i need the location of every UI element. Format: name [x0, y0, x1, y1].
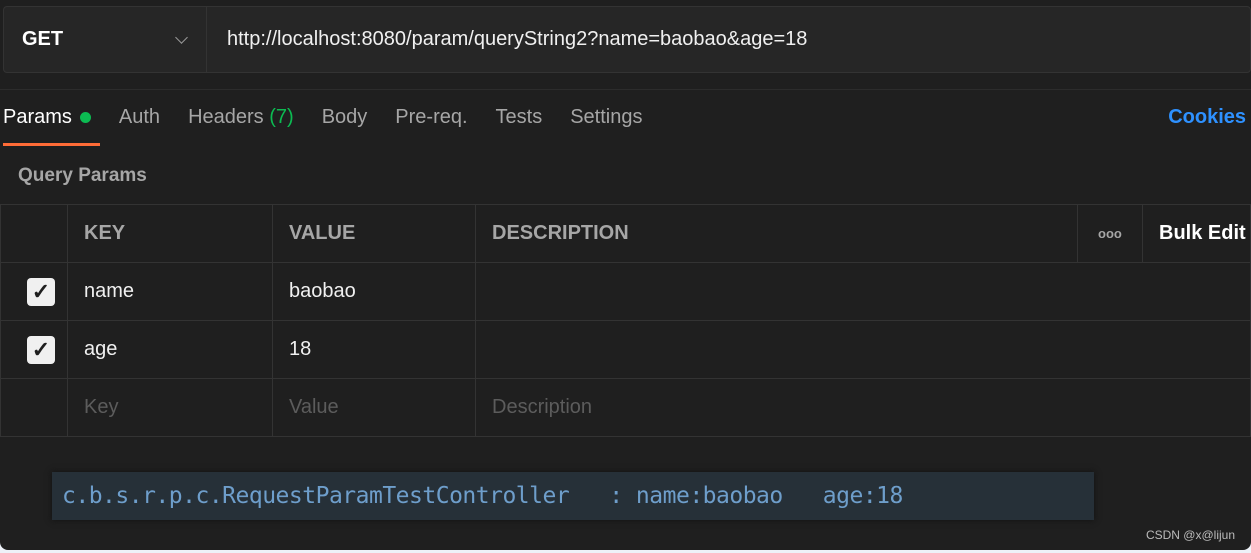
tab-headers[interactable]: Headers (7) [188, 106, 294, 129]
description-input[interactable]: Description [475, 378, 1251, 437]
param-description[interactable] [475, 320, 1251, 379]
param-key[interactable]: age [67, 320, 273, 379]
value-input[interactable]: Value [272, 378, 476, 437]
active-dot-icon [79, 112, 91, 123]
row-check [0, 378, 68, 437]
tab-body[interactable]: Body [322, 106, 368, 129]
chevron-down-icon [175, 31, 188, 44]
more-options-button[interactable]: ooo [1077, 204, 1143, 263]
request-tabs: Params Auth Headers (7) Body Pre-req. Te… [3, 106, 670, 146]
header-value: VALUE [272, 204, 476, 263]
tab-auth[interactable]: Auth [119, 106, 160, 129]
console-log-line: c.b.s.r.p.c.RequestParamTestController :… [52, 472, 1094, 520]
header-key: KEY [67, 204, 273, 263]
url-input[interactable]: http://localhost:8080/param/queryString2… [207, 28, 807, 51]
tab-pre-req[interactable]: Pre-req. [395, 106, 467, 129]
param-key[interactable]: name [67, 262, 273, 321]
postman-window: GET http://localhost:8080/param/queryStr… [0, 0, 1251, 550]
section-title: Query Params [18, 165, 147, 186]
table-row: ✓ name baobao [0, 262, 1251, 321]
table-header: KEY VALUE DESCRIPTION ooo Bulk Edit [0, 204, 1251, 263]
tab-settings[interactable]: Settings [570, 106, 642, 129]
tab-label: Headers [188, 106, 264, 128]
checkbox-checked[interactable]: ✓ [27, 335, 55, 364]
row-check: ✓ [0, 320, 68, 379]
row-check: ✓ [0, 262, 68, 321]
tab-params[interactable]: Params [3, 106, 100, 146]
url-bar: GET http://localhost:8080/param/queryStr… [3, 6, 1251, 73]
params-table: KEY VALUE DESCRIPTION ooo Bulk Edit ✓ na… [0, 204, 1251, 437]
checkbox-checked[interactable]: ✓ [27, 277, 55, 306]
param-description[interactable] [475, 262, 1251, 321]
new-param-row: Key Value Description [0, 378, 1251, 437]
table-row: ✓ age 18 [0, 320, 1251, 379]
tab-tests[interactable]: Tests [496, 106, 543, 129]
divider [0, 89, 1251, 90]
param-value[interactable]: 18 [272, 320, 476, 379]
header-check [0, 204, 68, 263]
bulk-edit-button[interactable]: Bulk Edit [1142, 204, 1251, 263]
watermark: CSDN @x@lijun [1145, 528, 1235, 542]
method-label: GET [22, 28, 64, 50]
param-value[interactable]: baobao [272, 262, 476, 321]
header-description: DESCRIPTION [475, 204, 1078, 263]
key-input[interactable]: Key [67, 378, 273, 437]
method-select[interactable]: GET [4, 7, 207, 72]
tab-label: Params [3, 106, 72, 128]
cookies-link[interactable]: Cookies [1168, 106, 1246, 129]
headers-count: (7) [269, 106, 294, 128]
